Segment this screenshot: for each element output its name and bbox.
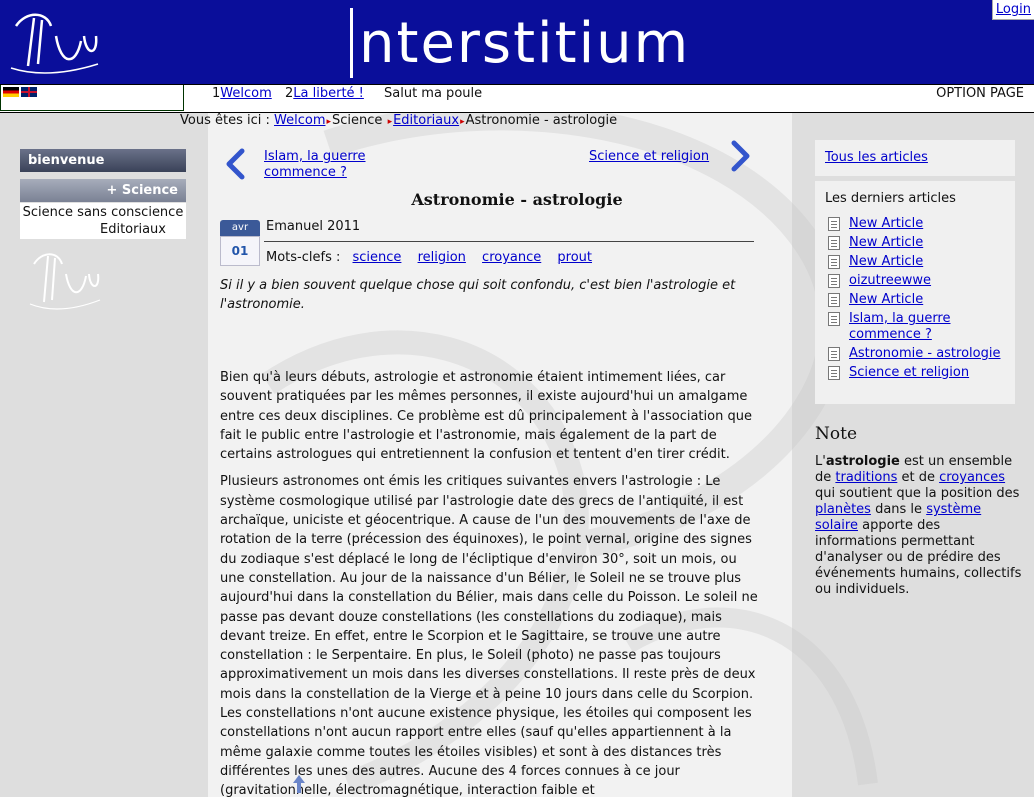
site-title: nterstitium xyxy=(350,4,690,84)
latest-article-link[interactable]: Science et religion xyxy=(849,365,969,380)
prev-article-arrow-icon[interactable] xyxy=(224,148,246,180)
date-day: 01 xyxy=(220,236,260,266)
article-tags: Mots-clefs : science religion croyance p… xyxy=(266,250,596,265)
note-term: astrologie xyxy=(825,454,900,469)
list-item: Astronomie - astrologie xyxy=(825,346,1005,362)
tag-link[interactable]: prout xyxy=(557,250,592,265)
list-item: Science et religion xyxy=(825,365,1005,381)
note-fragment: qui soutient que la position des xyxy=(815,486,1020,501)
note-fragment: L' xyxy=(815,454,826,469)
german-flag-icon[interactable] xyxy=(3,87,19,97)
breadcrumb: Vous êtes ici : Welcom▸Science ▸Editoria… xyxy=(180,113,617,130)
menu-bienvenue[interactable]: bienvenue xyxy=(20,149,186,172)
latest-articles-title: Les derniers articles xyxy=(825,191,956,206)
latest-article-link[interactable]: New Article xyxy=(849,292,923,307)
list-item: Islam, la guerre commence ? xyxy=(825,311,1005,343)
list-item: New Article xyxy=(825,292,1005,308)
site-logo[interactable] xyxy=(6,6,106,82)
next-article-link[interactable]: Science et religion xyxy=(589,149,709,165)
document-icon xyxy=(828,293,840,307)
science-submenu: Science sans conscience Editoriaux xyxy=(20,203,186,239)
note-text: L'astrologie est un ensemble de traditio… xyxy=(815,454,1025,598)
document-icon xyxy=(828,217,840,231)
arrow-right-icon: ▸ xyxy=(326,117,332,127)
article-title: Astronomie - astrologie xyxy=(411,190,623,209)
tag-link[interactable]: croyance xyxy=(482,250,541,265)
note-link-croyances[interactable]: croyances xyxy=(939,470,1005,485)
sidebar-logo xyxy=(29,253,101,310)
arrow-right-icon: ▸ xyxy=(387,117,393,127)
scroll-top-arrow-icon[interactable] xyxy=(292,774,306,794)
latest-article-link[interactable]: New Article xyxy=(849,216,923,231)
tag-link[interactable]: science xyxy=(353,250,402,265)
date-month: avr xyxy=(220,220,260,236)
latest-article-link[interactable]: Islam, la guerre commence ? xyxy=(849,311,951,342)
list-item: oizutreewwe xyxy=(825,273,1005,289)
all-articles-link[interactable]: Tous les articles xyxy=(825,150,928,165)
nav-bar: 1Welcom 2La liberté ! Salut ma poule OPT… xyxy=(0,84,1034,113)
note-fragment: et de xyxy=(897,470,940,485)
title-bar-glyph xyxy=(350,7,353,78)
document-icon xyxy=(828,366,840,380)
document-icon xyxy=(828,274,840,288)
article-paragraph: Bien qu'à leurs débuts, astrologie et as… xyxy=(220,370,752,463)
latest-article-link[interactable]: Astronomie - astrologie xyxy=(849,346,1000,361)
tags-label: Mots-clefs : xyxy=(266,250,341,265)
breadcrumb-home[interactable]: Welcom xyxy=(274,113,325,128)
list-item: New Article xyxy=(825,254,1005,270)
login-link[interactable]: Login xyxy=(991,0,1034,20)
document-icon xyxy=(828,347,840,361)
nav-item-welcom: 1Welcom xyxy=(212,85,272,102)
calendar-date-icon: avr 01 xyxy=(220,220,260,266)
article-author: Emanuel 2011 xyxy=(266,219,361,234)
tag-link[interactable]: religion xyxy=(418,250,466,265)
note-fragment: dans le xyxy=(870,502,927,517)
list-item: New Article xyxy=(825,216,1005,232)
all-articles-box: Tous les articles xyxy=(815,140,1015,176)
submenu-item-science-sans-conscience[interactable]: Science sans conscience xyxy=(20,204,186,221)
nav-item-liberte: 2La liberté ! xyxy=(285,85,364,102)
arrow-right-icon: ▸ xyxy=(460,117,465,127)
article-paragraph: Plusieurs astronomes ont émis les critiq… xyxy=(220,474,758,799)
latest-article-link[interactable]: New Article xyxy=(849,235,923,250)
english-flag-icon[interactable] xyxy=(21,87,37,97)
site-title-text: nterstitium xyxy=(359,11,691,76)
nav-link-liberte[interactable]: La liberté ! xyxy=(293,86,364,101)
article-body: Bien qu'à leurs débuts, astrologie et as… xyxy=(220,368,760,809)
divider xyxy=(264,241,754,242)
note-link-traditions[interactable]: traditions xyxy=(835,470,897,485)
document-icon xyxy=(828,255,840,269)
note-link-planetes[interactable]: planètes xyxy=(815,502,871,517)
nav-link-welcom[interactable]: Welcom xyxy=(220,86,271,101)
breadcrumb-section: Science xyxy=(332,113,383,128)
language-selector xyxy=(0,85,184,111)
greeting-text: Salut ma poule xyxy=(384,86,483,101)
note-title: Note xyxy=(815,424,858,444)
breadcrumb-sub[interactable]: Editoriaux xyxy=(393,113,459,128)
list-item: New Article xyxy=(825,235,1005,251)
breadcrumb-prefix: Vous êtes ici : xyxy=(180,113,270,128)
site-header: nterstitium Login xyxy=(0,0,1034,84)
latest-articles-box: Les derniers articles New Article New Ar… xyxy=(815,181,1015,404)
prev-article-link[interactable]: Islam, la guerre commence ? xyxy=(264,149,414,181)
latest-article-link[interactable]: New Article xyxy=(849,254,923,269)
menu-science[interactable]: + Science xyxy=(20,179,186,202)
document-icon xyxy=(828,236,840,250)
latest-article-link[interactable]: oizutreewwe xyxy=(849,273,931,288)
breadcrumb-current: Astronomie - astrologie xyxy=(465,113,618,128)
document-icon xyxy=(828,312,840,326)
option-page-link[interactable]: OPTION PAGE xyxy=(936,86,1024,101)
submenu-item-editoriaux[interactable]: Editoriaux xyxy=(20,221,186,238)
next-article-arrow-icon[interactable] xyxy=(730,140,752,172)
article-intro: Si il y a bien souvent quelque chose qui… xyxy=(220,278,736,312)
